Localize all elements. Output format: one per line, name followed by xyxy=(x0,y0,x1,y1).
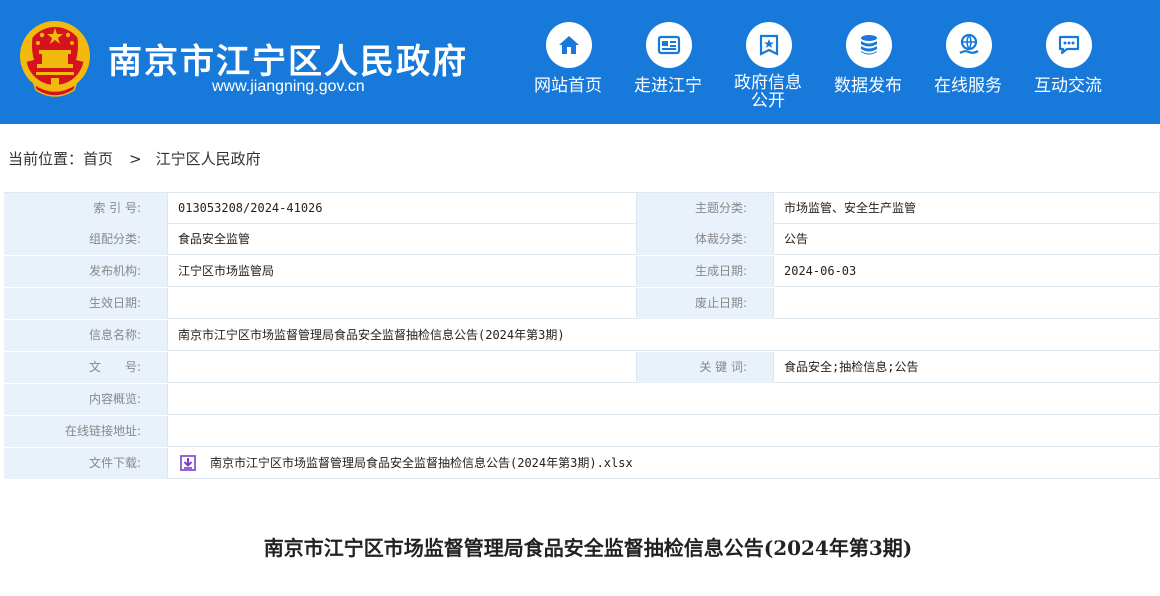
online-link-value xyxy=(167,416,1160,447)
nav-label-gov-info-line2: 公开 xyxy=(751,91,785,111)
chat-icon xyxy=(1058,35,1080,55)
summary-label: 内容概览: xyxy=(4,384,167,415)
publisher-value: 江宁区市场监管局 xyxy=(167,256,637,287)
national-emblem-icon xyxy=(20,21,90,97)
effective-date-label: 生效日期: xyxy=(4,288,167,319)
meta-row: 内容概览: xyxy=(4,384,1160,416)
file-download-link[interactable]: 南京市江宁区市场监督管理局食品安全监督抽检信息公告(2024年第3期).xlsx xyxy=(210,448,633,479)
breadcrumb-separator: > xyxy=(129,150,142,168)
topic-label: 主题分类: xyxy=(637,193,773,224)
keywords-value: 食品安全;抽检信息;公告 xyxy=(773,352,1160,383)
meta-row: 信息名称: 南京市江宁区市场监督管理局食品安全监督抽检信息公告(2024年第3期… xyxy=(4,320,1160,352)
created-date-value: 2024-06-03 xyxy=(773,256,1160,287)
download-icon[interactable] xyxy=(180,455,196,471)
meta-row: 组配分类: 食品安全监管 体裁分类: 公告 xyxy=(4,224,1160,256)
info-name-value: 南京市江宁区市场监督管理局食品安全监督抽检信息公告(2024年第3期) xyxy=(167,320,1160,351)
nav-label-data: 数据发布 xyxy=(834,76,902,96)
nav-label-online-service: 在线服务 xyxy=(934,76,1002,96)
meta-row: 索 引 号: 013053208/2024-41026 主题分类: 市场监管、安… xyxy=(4,192,1160,224)
nav-label-interaction: 互动交流 xyxy=(1034,76,1102,96)
nav-item-gov-info[interactable]: 政府信息 公开 xyxy=(718,22,818,112)
meta-row: 在线链接地址: xyxy=(4,416,1160,448)
meta-row: 文件下载: 南京市江宁区市场监督管理局食品安全监督抽检信息公告(2024年第3期… xyxy=(4,448,1160,480)
site-title: 南京市江宁区人民政府 xyxy=(108,42,468,82)
breadcrumb-home-link[interactable]: 首页 xyxy=(83,150,113,168)
genre-label: 体裁分类: xyxy=(637,224,773,255)
nav-icon-circle xyxy=(646,22,692,68)
file-download-label: 文件下载: xyxy=(4,448,167,479)
database-icon xyxy=(861,35,877,55)
breadcrumb-prefix: 当前位置： xyxy=(8,150,84,168)
nav-icon-circle xyxy=(546,22,592,68)
publisher-label: 发布机构: xyxy=(4,256,167,287)
online-link-label: 在线链接地址: xyxy=(4,416,167,447)
gov-info-icon xyxy=(759,34,779,56)
meta-row: 文 号: 关 键 词: 食品安全;抽检信息;公告 xyxy=(4,352,1160,384)
nav-icon-circle xyxy=(1046,22,1092,68)
created-date-label: 生成日期: xyxy=(637,256,773,287)
site-header: 南京市江宁区人民政府 www.jiangning.gov.cn 网站首页 走进江… xyxy=(0,0,1160,124)
meta-row: 生效日期: 废止日期: xyxy=(4,288,1160,320)
online-service-icon xyxy=(959,33,979,54)
index-label: 索 引 号: xyxy=(4,193,167,224)
nav-label-gov-info-line1: 政府信息 xyxy=(734,73,802,93)
topic-value: 市场监管、安全生产监管 xyxy=(773,193,1160,224)
nav-icon-circle xyxy=(946,22,992,68)
doc-number-value xyxy=(167,352,637,383)
abolished-date-label: 废止日期: xyxy=(637,288,773,319)
nav-item-home[interactable]: 网站首页 xyxy=(518,22,618,112)
meta-row: 发布机构: 江宁区市场监管局 生成日期: 2024-06-03 xyxy=(4,256,1160,288)
doc-number-label: 文 号: xyxy=(4,352,167,383)
keywords-label: 关 键 词: xyxy=(637,352,773,383)
nav-item-online-service[interactable]: 在线服务 xyxy=(918,22,1018,112)
summary-value xyxy=(167,384,1160,415)
breadcrumb-current-link[interactable]: 江宁区人民政府 xyxy=(156,150,261,168)
document-title: 南京市江宁区市场监督管理局食品安全监督抽检信息公告(2024年第3期) xyxy=(263,536,913,560)
index-value: 013053208/2024-41026 xyxy=(167,193,637,224)
breadcrumb: 当前位置：首页 > 江宁区人民政府 xyxy=(8,148,261,169)
nav-label-gov-info: 政府信息 公开 xyxy=(718,74,818,110)
nav-icon-circle xyxy=(746,22,792,68)
nav-item-about[interactable]: 走进江宁 xyxy=(618,22,718,112)
newspaper-icon xyxy=(657,35,681,55)
site-url: www.jiangning.gov.cn xyxy=(212,78,365,95)
nav-icon-circle xyxy=(846,22,892,68)
abolished-date-value xyxy=(773,288,1160,319)
org-category-value: 食品安全监管 xyxy=(167,224,637,255)
home-icon xyxy=(559,36,579,54)
file-download-cell: 南京市江宁区市场监督管理局食品安全监督抽检信息公告(2024年第3期).xlsx xyxy=(167,448,1160,479)
nav-item-interaction[interactable]: 互动交流 xyxy=(1018,22,1118,112)
effective-date-value xyxy=(167,288,637,319)
genre-value: 公告 xyxy=(773,224,1160,255)
info-name-label: 信息名称: xyxy=(4,320,167,351)
nav-label-home: 网站首页 xyxy=(534,76,602,96)
org-category-label: 组配分类: xyxy=(4,224,167,255)
nav-label-about: 走进江宁 xyxy=(634,76,702,96)
nav-item-data[interactable]: 数据发布 xyxy=(818,22,918,112)
